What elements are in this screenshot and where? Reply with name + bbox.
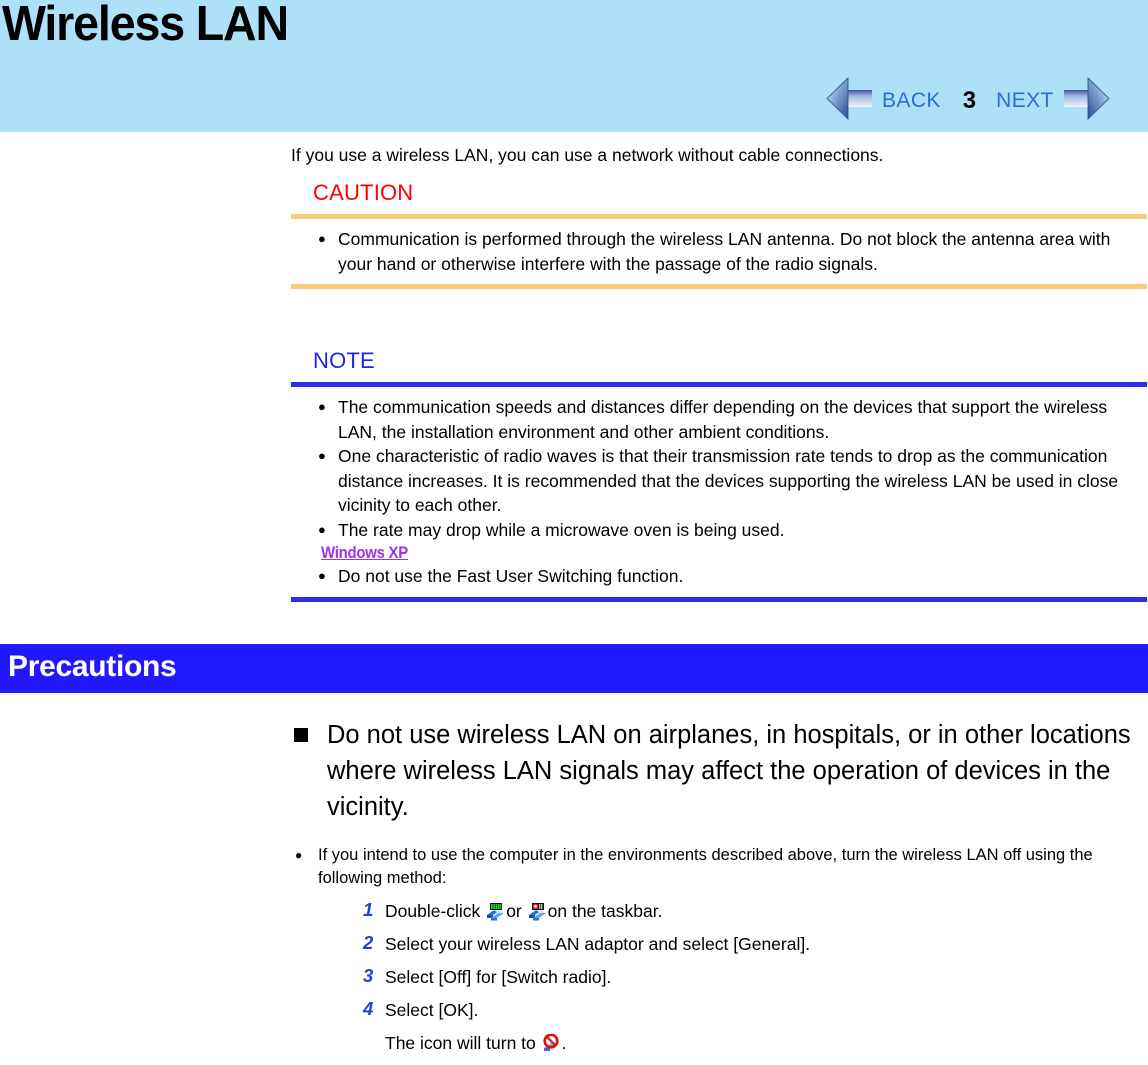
- step-text: Select your wireless LAN adaptor and sel…: [385, 934, 811, 954]
- list-item: The communication speeds and distances d…: [291, 395, 1147, 444]
- step-text: Select [Off] for [Switch radio].: [385, 967, 612, 987]
- intro-paragraph: If you use a wireless LAN, you can use a…: [291, 145, 884, 165]
- substep-text-after: .: [561, 1033, 567, 1053]
- caution-rule-bottom: [291, 284, 1147, 289]
- page-title: Wireless LAN: [2, 0, 289, 51]
- substep-text-before: The icon will turn to: [385, 1033, 536, 1053]
- list-item: The rate may drop while a microwave oven…: [291, 518, 1147, 543]
- step-number: 2: [363, 932, 374, 953]
- wireless-lan-alert-icon: [528, 902, 547, 921]
- page-navigation: BACK 3 NEXT: [826, 74, 1146, 128]
- precautions-step-list: 1 Double-click or on the taskbar. 2 Sele…: [291, 899, 1147, 1054]
- next-button-label[interactable]: NEXT: [996, 89, 1054, 113]
- note-body: The communication speeds and distances d…: [291, 387, 1147, 597]
- list-item: 2 Select your wireless LAN adaptor and se…: [363, 932, 1147, 955]
- step-number: 1: [363, 899, 374, 920]
- precautions-body: Do not use wireless LAN on airplanes, in…: [0, 717, 1148, 1065]
- step-text-before: Double-click: [385, 901, 481, 921]
- precautions-heading: Do not use wireless LAN on airplanes, in…: [291, 717, 1143, 825]
- page-number: 3: [962, 87, 977, 114]
- list-item: One characteristic of radio waves is tha…: [291, 444, 1147, 518]
- list-item: 1 Double-click or on the taskbar.: [363, 899, 1147, 922]
- list-item: 4 Select [OK]. The icon will turn to .: [363, 998, 1147, 1054]
- back-arrow-icon[interactable]: [826, 76, 874, 127]
- wireless-lan-active-icon: [486, 902, 505, 921]
- step-text-middle: or: [506, 901, 522, 921]
- step-text-after: on the taskbar.: [547, 901, 663, 921]
- precautions-section-bar: Precautions: [0, 644, 1148, 693]
- list-item: Communication is performed through the w…: [291, 227, 1147, 276]
- step-text: Select [OK].: [385, 1000, 479, 1020]
- caution-bullet-list: Communication is performed through the w…: [291, 227, 1147, 276]
- note-bullet-list: The communication speeds and distances d…: [291, 395, 1147, 542]
- note-heading: NOTE: [313, 348, 375, 373]
- wireless-lan-disabled-icon: [542, 1034, 561, 1053]
- caution-section: CAUTION Communication is performed throu…: [291, 180, 1147, 289]
- note-os-bullet-list: Do not use the Fast User Switching funct…: [291, 564, 1147, 589]
- list-item: Do not use the Fast User Switching funct…: [291, 564, 1147, 589]
- step-number: 4: [363, 998, 374, 1019]
- step-number: 3: [363, 965, 374, 986]
- back-button-label[interactable]: BACK: [882, 89, 941, 113]
- os-tag-windows-xp: Windows XP: [321, 543, 408, 562]
- note-rule-bottom: [291, 596, 1147, 602]
- note-section: NOTE The communication speeds and distan…: [291, 348, 1147, 602]
- list-item: 3 Select [Off] for [Switch radio].: [363, 965, 1147, 988]
- precautions-lead-bullet: If you intend to use the computer in the…: [291, 844, 1147, 890]
- precautions-title: Precautions: [8, 650, 177, 683]
- precautions-substep: The icon will turn to .: [385, 1032, 1147, 1054]
- next-arrow-icon[interactable]: [1062, 76, 1110, 127]
- caution-body: Communication is performed through the w…: [291, 219, 1147, 284]
- caution-heading: CAUTION: [313, 180, 414, 205]
